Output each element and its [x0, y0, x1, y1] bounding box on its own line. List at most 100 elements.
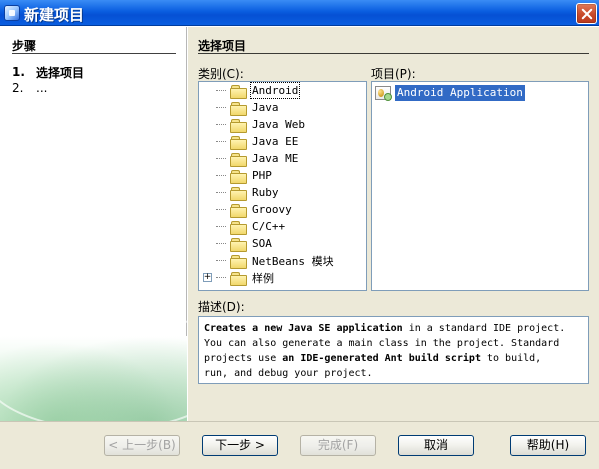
- category-item-cpp[interactable]: C/C++: [199, 218, 366, 235]
- category-label: 样例: [252, 271, 274, 285]
- tree-connector: [216, 141, 226, 142]
- description-box: Creates a new Java SE application in a s…: [198, 316, 589, 384]
- steps-list: 1. 选择项目 2. ...: [12, 64, 84, 96]
- category-item-soa[interactable]: SOA: [199, 235, 366, 252]
- folder-icon: [230, 101, 247, 116]
- category-item-php[interactable]: PHP: [199, 167, 366, 184]
- help-button[interactable]: 帮助(H): [510, 435, 586, 456]
- button-bar: < 上一步(B) 下一步 > 完成(F) 取消 帮助(H): [0, 421, 599, 469]
- category-item-groovy[interactable]: Groovy: [199, 201, 366, 218]
- description-bold-1: Creates a new Java SE application: [204, 323, 403, 334]
- steps-panel: 步骤 1. 选择项目 2. ...: [0, 27, 234, 431]
- category-label: C/C++: [252, 220, 286, 233]
- folder-icon: [230, 169, 247, 184]
- folder-icon: [230, 203, 247, 218]
- tree-connector: [216, 226, 226, 227]
- tree-connector: [216, 277, 226, 278]
- category-label: Ruby: [252, 186, 279, 199]
- category-item-java[interactable]: Java: [199, 99, 366, 116]
- category-label: Groovy: [252, 203, 292, 216]
- category-label: Android: [249, 82, 301, 99]
- category-label: Java Web: [252, 118, 305, 131]
- tree-connector: [216, 209, 226, 210]
- finish-button[interactable]: 完成(F): [300, 435, 376, 456]
- folder-icon: [230, 220, 247, 235]
- description-text-1: in a standard IDE project.: [402, 323, 566, 334]
- category-item-ruby[interactable]: Ruby: [199, 184, 366, 201]
- category-label: Java ME: [252, 152, 299, 165]
- step-item-1: 1. 选择项目: [12, 64, 84, 80]
- folder-icon: [230, 135, 247, 150]
- description-bold-2: an IDE-generated Ant build script: [282, 353, 481, 364]
- project-icon: [375, 86, 392, 101]
- next-button[interactable]: 下一步 >: [202, 435, 278, 456]
- description-text-3b: to build,: [480, 353, 542, 364]
- back-button[interactable]: < 上一步(B): [104, 435, 180, 456]
- description-line-4: run, and debug your project.: [204, 368, 373, 379]
- step-item-2: 2. ...: [12, 80, 84, 96]
- decorative-artwork: [0, 307, 234, 431]
- categories-label: 类别(C):: [198, 67, 244, 81]
- step-number: 1.: [12, 65, 25, 79]
- step-label: 选择项目: [36, 65, 85, 80]
- category-label: NetBeans 模块: [252, 254, 334, 268]
- main-panel: 选择项目 类别(C): 项目(P): Android Java Java Web…: [188, 27, 599, 421]
- category-label: Java: [252, 101, 279, 114]
- tree-connector: [216, 260, 226, 261]
- folder-icon: [230, 84, 247, 99]
- expand-icon[interactable]: +: [203, 273, 212, 282]
- description-label: 描述(D):: [198, 300, 245, 314]
- tree-connector: [216, 243, 226, 244]
- folder-icon: [230, 271, 247, 286]
- app-icon: [4, 5, 20, 21]
- tree-connector: [216, 158, 226, 159]
- description-line-2: You can also generate a main class in th…: [204, 338, 560, 349]
- category-label: SOA: [252, 237, 272, 250]
- folder-icon: [230, 254, 247, 269]
- project-label: Android Application: [395, 85, 525, 101]
- category-label: Java EE: [252, 135, 299, 148]
- description-text-3a: projects use: [204, 353, 283, 364]
- projects-label: 项目(P):: [371, 67, 416, 81]
- category-item-java-me[interactable]: Java ME: [199, 150, 366, 167]
- window-title: 新建项目: [24, 6, 85, 24]
- category-item-samples[interactable]: + 样例: [199, 269, 366, 286]
- categories-tree[interactable]: Android Java Java Web Java EE Java ME PH…: [198, 81, 367, 291]
- description-line-1: Creates a new Java SE application in a s…: [204, 321, 583, 336]
- projects-list[interactable]: Android Application: [371, 81, 589, 291]
- step-number: 2.: [12, 81, 24, 95]
- category-item-netbeans-modules[interactable]: NetBeans 模块: [199, 252, 366, 269]
- category-label: PHP: [252, 169, 272, 182]
- tree-connector: [216, 107, 226, 108]
- window-titlebar: 新建项目: [0, 0, 599, 26]
- section-title: 选择项目: [198, 39, 247, 53]
- folder-icon: [230, 186, 247, 201]
- folder-icon: [230, 237, 247, 252]
- steps-separator: [12, 53, 176, 54]
- tree-connector: [216, 192, 226, 193]
- tree-connector: [216, 124, 226, 125]
- cancel-button[interactable]: 取消: [398, 435, 474, 456]
- description-line-3: projects use an IDE-generated Ant build …: [204, 351, 583, 366]
- step-label: ...: [36, 81, 48, 95]
- folder-icon: [230, 118, 247, 133]
- tree-connector: [216, 175, 226, 176]
- project-item-android-application[interactable]: Android Application: [375, 85, 585, 101]
- category-item-android[interactable]: Android: [199, 82, 366, 99]
- close-icon[interactable]: [576, 3, 597, 24]
- category-item-java-web[interactable]: Java Web: [199, 116, 366, 133]
- tree-connector: [216, 90, 226, 91]
- category-item-java-ee[interactable]: Java EE: [199, 133, 366, 150]
- steps-title: 步骤: [12, 39, 37, 53]
